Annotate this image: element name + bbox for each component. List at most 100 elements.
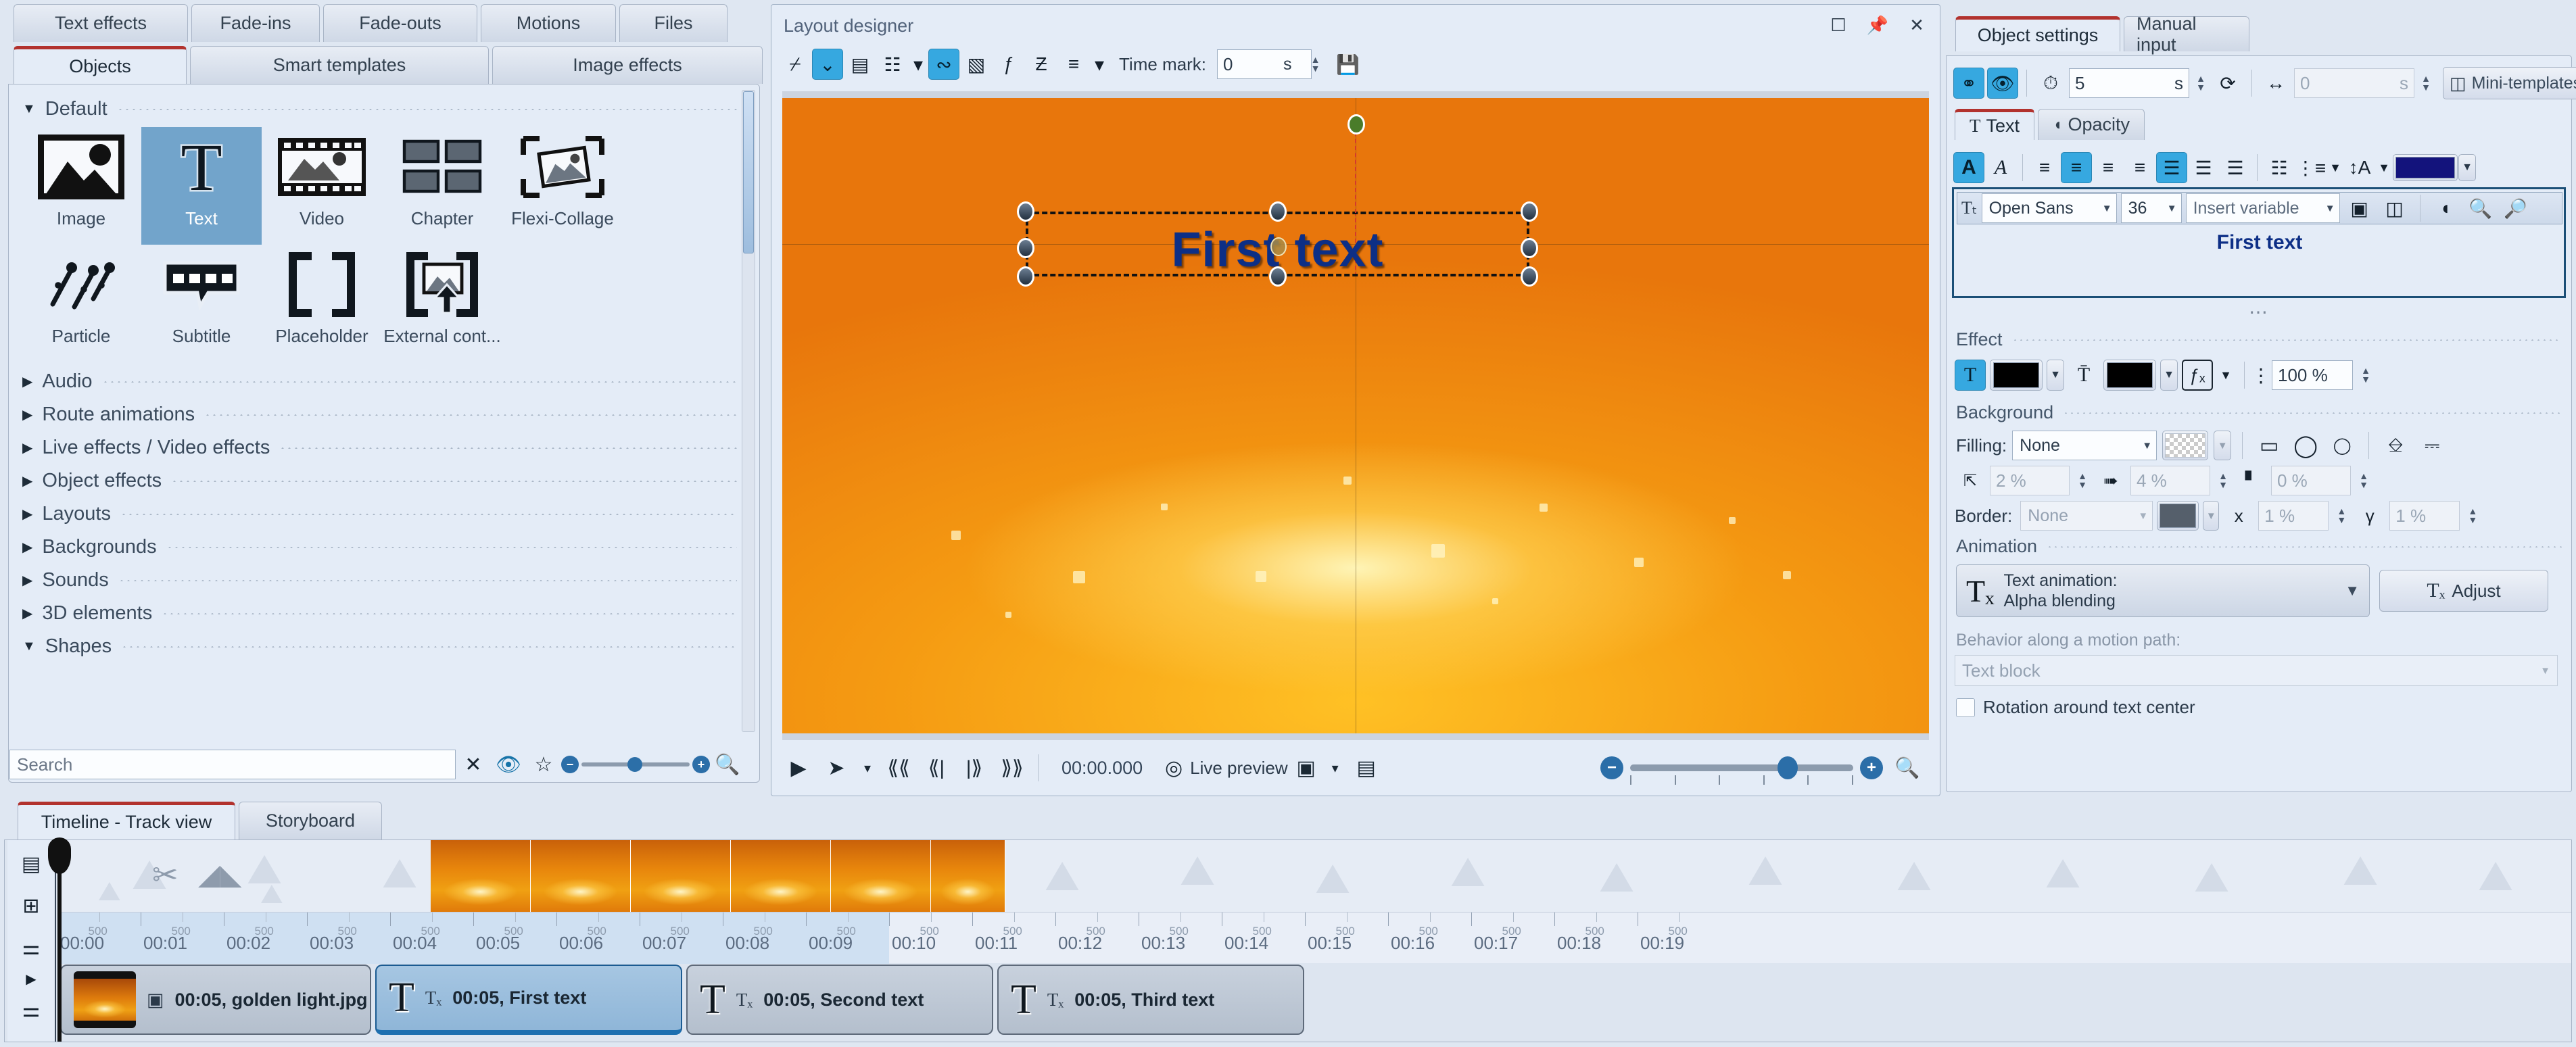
text-color-dropdown[interactable]: ▼ [2458,154,2476,181]
timeline-ruler[interactable]: 50000:0050000:0150000:0250000:0350000:04… [57,912,2571,963]
border-radius-stepper[interactable]: ▲▼ [2464,501,2481,531]
effect-opacity-input[interactable]: 100 % [2272,360,2353,390]
prev-icon[interactable]: ⟪| [919,751,954,785]
ellipse-icon[interactable]: ◯ [2290,430,2321,461]
duration-input[interactable]: 5 s [2069,68,2189,98]
selection-box[interactable]: First text [1026,212,1529,276]
motion-icon[interactable]: ⟳ [2212,68,2243,99]
group-3d-elements[interactable]: ▶ 3D elements [14,594,741,627]
fx-dropdown-icon[interactable]: ▼ [2217,360,2235,391]
distribute-icon[interactable]: ◫ [2379,193,2410,224]
align-right-icon[interactable]: ≡ [2093,152,2124,183]
tab-fade-outs[interactable]: Fade-outs [323,4,477,42]
magnifier-icon[interactable]: 🔍 [1890,751,1925,785]
valign-bottom-icon[interactable]: ☰ [2220,152,2251,183]
fill-color-button[interactable] [1990,360,2043,391]
group-layouts[interactable]: ▶ Layouts [14,495,741,528]
play-dropdown-icon[interactable]: ▾ [857,751,878,785]
timeline-clip-image[interactable]: ▣ 00:05, golden light.jpg [60,965,371,1035]
border-width-input[interactable]: 1 % [2258,501,2329,531]
path-tool-icon[interactable]: ⌄ [812,49,843,80]
expand-track-icon[interactable]: ⚌ [11,928,51,967]
track-view-icon[interactable]: ▤ [11,844,51,883]
tab-smart-templates[interactable]: Smart templates [190,46,489,84]
time-mark-stepper[interactable]: ▲▼ [1307,49,1325,79]
freeform-icon[interactable]: ⎓ [2416,430,2448,461]
align-center-icon[interactable]: ≡ [2061,152,2092,183]
group-route-animations[interactable]: ▶ Route animations [14,395,741,429]
align-left-icon[interactable]: ≡ [2029,152,2060,183]
italic-icon[interactable]: A [1985,152,2016,183]
contrast-icon[interactable]: ◖ [2430,193,2461,224]
font-family-select[interactable]: Open Sans ▼ [1982,193,2117,223]
grid-dropdown-icon[interactable]: ▾ [909,49,927,80]
group-audio[interactable]: ▶ Audio [14,362,741,395]
outline-color-button[interactable] [2103,360,2156,391]
live-preview-icon[interactable]: ◎ [1160,751,1187,785]
preview-dropdown-icon[interactable]: ▾ [1325,751,1346,785]
text-fill-icon[interactable]: T [1955,360,1986,391]
object-item-video[interactable]: Video [262,127,382,245]
resize-handle-bl[interactable] [1017,266,1034,287]
object-item-external-content[interactable]: External cont... [382,245,502,362]
thumb-size-slider[interactable]: − + [561,756,710,773]
search-input[interactable]: Search [9,750,456,779]
corner-input[interactable]: 4 % [2130,466,2210,495]
timeline-clip-first-text[interactable]: T Tₓ 00:05, First text [375,965,682,1035]
visibility-icon[interactable]: 👁 [1987,68,2018,99]
list-dropdown-icon[interactable]: ▾ [1091,49,1108,80]
resize-handle-tr[interactable] [1521,201,1538,222]
object-item-chapter[interactable]: Chapter [382,127,502,245]
time-mark-input[interactable]: 0 [1217,49,1312,79]
bullet-list-icon[interactable]: ⋮≡ [2295,152,2327,183]
line-spacing-dropdown-icon[interactable]: ▼ [2376,152,2392,183]
rotation-checkbox-row[interactable]: Rotation around text center [1956,697,2195,718]
tab-objects[interactable]: Objects [14,46,187,84]
border-radius-input[interactable]: 1 % [2389,501,2460,531]
group-live-effects[interactable]: ▶ Live effects / Video effects [14,429,741,462]
list-tool-icon[interactable]: ≡ [1058,49,1089,80]
tab-storyboard[interactable]: Storyboard [239,802,382,839]
tab-object-settings[interactable]: Object settings [1955,16,2120,51]
slider-knob[interactable] [627,757,642,772]
border-color-dropdown[interactable]: ▼ [2203,501,2219,531]
object-item-subtitle[interactable]: Subtitle [141,245,262,362]
add-track-icon[interactable]: ⊞ [11,886,51,925]
font-size-select[interactable]: 36 ▼ [2121,193,2182,223]
resize-handle-tl[interactable] [1017,201,1034,222]
filling-select[interactable]: None ▼ [2012,431,2157,460]
text-outline-icon[interactable]: T̄ [2068,360,2099,391]
shadow-input[interactable]: 0 % [2271,466,2351,495]
tab-image-effects[interactable]: Image effects [492,46,763,84]
group-shapes[interactable]: ▼ Shapes [14,627,741,660]
zoom-slider-track[interactable] [1630,764,1853,771]
rotation-checkbox[interactable] [1956,698,1975,717]
rotation-center-handle[interactable] [1270,237,1287,256]
adjust-button[interactable]: Tₓ Adjust [2379,570,2548,612]
mini-templates-button[interactable]: ◫ Mini-templates ▼ [2443,67,2576,99]
cut-icon[interactable]: ✂ [152,856,178,893]
spin-down-icon[interactable]: ▼ [2218,481,2228,489]
outline-color-dropdown[interactable]: ▼ [2160,360,2178,391]
expand-arrow-icon[interactable]: ▶ [11,970,51,988]
spin-down-icon[interactable]: ▼ [2421,83,2431,92]
close-icon[interactable]: ✕ [1902,11,1932,39]
forward-all-icon[interactable]: ⟫⟫ [995,751,1030,785]
play-icon[interactable]: ▶ [781,751,816,785]
spin-down-icon[interactable]: ▼ [2078,481,2087,489]
text-input-area[interactable]: First text [1957,227,2562,295]
zoom-out-icon[interactable]: 🔎 [2500,193,2531,224]
fx-icon[interactable]: ƒₓ [2182,360,2213,391]
polygon-icon[interactable]: ⎒ [2380,430,2411,461]
spin-down-icon[interactable]: ▼ [2337,516,2346,525]
next-icon[interactable]: |⟫ [957,751,992,785]
zoom-in-icon[interactable]: + [1860,756,1883,779]
border-width-stepper[interactable]: ▲▼ [2333,501,2350,531]
align-objects-icon[interactable]: ▣ [2344,193,2375,224]
scrollbar-thumb[interactable] [743,91,754,253]
play-from-icon[interactable]: ➤ [819,751,854,785]
keyframe-tool-icon[interactable]: ▧ [961,49,992,80]
preview-canvas[interactable]: First text [782,98,1929,733]
filling-color-dropdown[interactable]: ▼ [2214,431,2231,460]
resize-handle-br[interactable] [1521,266,1538,287]
